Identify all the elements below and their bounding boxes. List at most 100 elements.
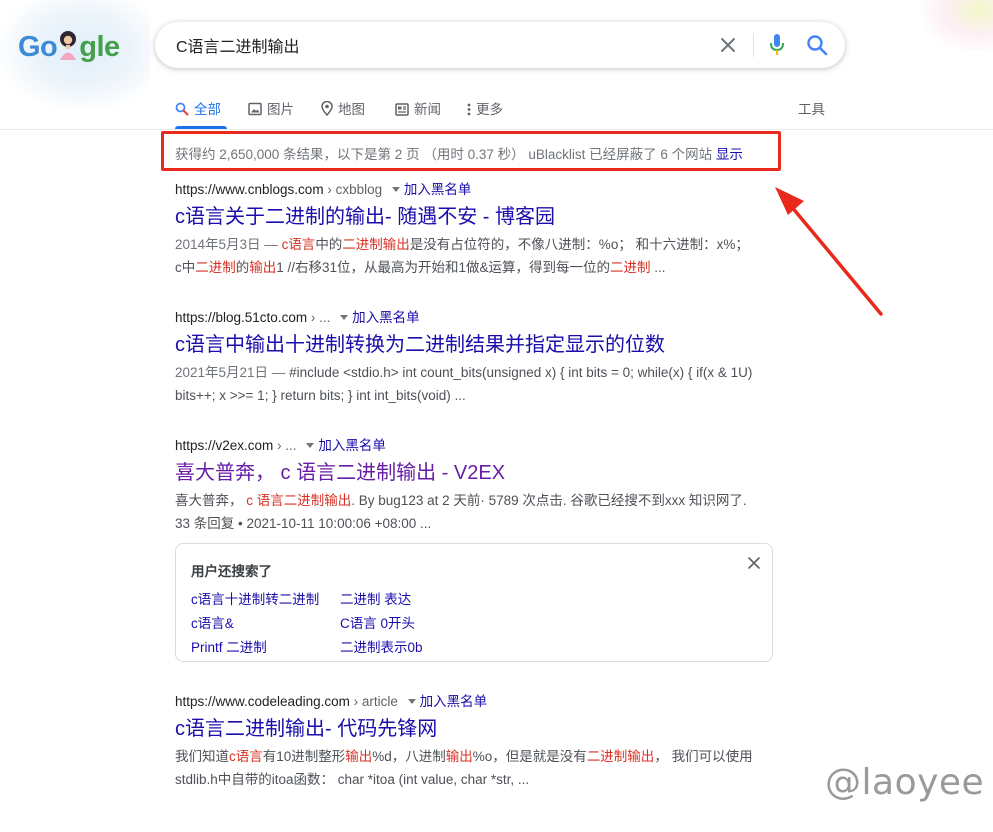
snippet-text: c中: [175, 260, 196, 275]
search-box: [155, 22, 845, 68]
result-domain: https://v2ex.com: [175, 438, 274, 453]
related-search-link[interactable]: 二进制 表达: [340, 588, 411, 608]
result-breadcrumb: › ...: [310, 310, 331, 325]
related-search-link[interactable]: 二进制表示0b: [340, 636, 423, 656]
snippet-highlight: c 语言二进制输出: [246, 493, 352, 508]
result-snippet: 2021年5月21日 — #include <stdio.h> int coun…: [175, 361, 815, 407]
related-searches-panel: 用户还搜索了 c语言十进制转二进制 二进制 表达 c语言& C语言 0开头 Pr…: [175, 543, 773, 662]
snippet-text: #include <stdio.h> int count_bits(unsign…: [289, 365, 753, 380]
search-icon: [175, 102, 189, 116]
watermark: @laoyee: [825, 762, 985, 803]
tab-maps-label: 地图: [338, 102, 365, 117]
news-icon: [395, 103, 409, 116]
snippet-text: 喜大普奔，: [175, 493, 247, 508]
tab-maps[interactable]: 地图: [321, 98, 365, 118]
annotation-highlight-box: [161, 131, 781, 171]
more-vert-icon: [467, 103, 471, 116]
result-url[interactable]: https://v2ex.com › ... 加入黑名单: [175, 436, 815, 456]
tab-more-label: 更多: [476, 102, 503, 117]
tab-images[interactable]: 图片: [248, 98, 294, 118]
search-result: https://www.cnblogs.com › cxbblog 加入黑名单 …: [175, 180, 815, 279]
search-result: https://www.codeleading.com › article 加入…: [175, 692, 815, 791]
result-url[interactable]: https://www.codeleading.com › article 加入…: [175, 692, 815, 712]
snippet-highlight: 二进制输出: [342, 237, 410, 252]
snippet-text: 1 //右移31位，从最高为开始和1做&运算，得到每一位的: [276, 260, 611, 275]
tab-all-label: 全部: [194, 102, 221, 117]
chevron-down-icon[interactable]: [407, 699, 416, 705]
add-to-blacklist-link[interactable]: 加入黑名单: [352, 310, 420, 325]
snippet-text: 的: [235, 260, 250, 275]
result-date: 2014年5月3日 —: [175, 237, 282, 252]
snippet-text: ， 我们可以使用: [654, 749, 753, 764]
snippet-highlight: 输出: [345, 749, 373, 764]
search-box-divider: [753, 33, 754, 57]
corner-decoration: [923, 0, 993, 50]
tab-news[interactable]: 新闻: [395, 98, 441, 118]
search-icon[interactable]: [806, 34, 828, 56]
snippet-text: 有10进制整形: [262, 749, 346, 764]
result-domain: https://blog.51cto.com: [175, 310, 308, 325]
snippet-text: %o，但是就是没有: [472, 749, 587, 764]
snippet-text: 33 条回复 • 2021-10-11 10:00:06 +08:00 ...: [175, 516, 432, 531]
related-search-link[interactable]: Printf 二进制: [191, 636, 267, 656]
result-snippet: 2014年5月3日 — c语言中的二进制输出是没有占位符的，不像八进制：%o； …: [175, 233, 815, 279]
snippet-text: ...: [650, 260, 666, 275]
map-pin-icon: [321, 100, 333, 117]
related-search-link[interactable]: c语言&: [191, 612, 234, 632]
result-breadcrumb: › ...: [277, 438, 297, 453]
related-search-link[interactable]: C语言 0开头: [340, 612, 415, 632]
add-to-blacklist-link[interactable]: 加入黑名单: [318, 438, 386, 453]
close-icon[interactable]: [746, 555, 762, 571]
snippet-text: bits++; x >>= 1; } return bits; } int in…: [175, 388, 466, 403]
result-title-link[interactable]: c语言中输出十进制转换为二进制结果并指定显示的位数: [175, 332, 815, 358]
google-doodle-logo[interactable]: Go gle: [18, 30, 120, 64]
doodle-figure-icon: [60, 31, 77, 60]
snippet-highlight: 二进制: [610, 260, 651, 275]
result-title-link[interactable]: 喜大普奔， c 语言二进制输出 - V2EX: [175, 460, 815, 486]
logo-text-left: Go: [18, 31, 58, 63]
tab-all[interactable]: 全部: [175, 98, 221, 118]
result-breadcrumb: › cxbblog: [327, 182, 383, 197]
tab-more[interactable]: 更多: [467, 98, 503, 118]
snippet-text: 中的: [315, 237, 343, 252]
result-url[interactable]: https://blog.51cto.com › ... 加入黑名单: [175, 308, 815, 328]
snippet-text: . By bug123 at 2 天前· 5789 次点击. 谷歌已经搜不到xx…: [351, 493, 747, 508]
search-input[interactable]: [176, 33, 696, 57]
result-url[interactable]: https://www.cnblogs.com › cxbblog 加入黑名单: [175, 180, 815, 200]
snippet-highlight: 输出: [249, 260, 277, 275]
result-title-link[interactable]: c语言关于二进制的输出- 随遇不安 - 博客园: [175, 204, 815, 230]
result-snippet: 喜大普奔， c 语言二进制输出. By bug123 at 2 天前· 5789…: [175, 489, 815, 535]
snippet-highlight: 输出: [445, 749, 473, 764]
chevron-down-icon[interactable]: [340, 315, 349, 321]
search-result: https://blog.51cto.com › ... 加入黑名单 c语言中输…: [175, 308, 815, 407]
clear-icon[interactable]: [718, 35, 738, 55]
tabs-divider: [0, 129, 993, 130]
snippet-text: 是没有占位符的，不像八进制：%o； 和十六进制：x%；: [409, 237, 749, 252]
logo-text-right: gle: [79, 31, 120, 63]
search-result: https://v2ex.com › ... 加入黑名单 喜大普奔， c 语言二…: [175, 436, 815, 535]
tab-images-label: 图片: [267, 102, 294, 117]
add-to-blacklist-link[interactable]: 加入黑名单: [404, 182, 472, 197]
chevron-down-icon[interactable]: [391, 187, 400, 193]
snippet-highlight: 二进制输出: [586, 749, 655, 764]
snippet-text: stdlib.h中自带的itoa函数： char *itoa (int valu…: [175, 772, 530, 787]
image-icon: [248, 102, 262, 116]
result-title-link[interactable]: c语言二进制输出- 代码先锋网: [175, 716, 815, 742]
snippet-highlight: c语言: [281, 237, 316, 252]
result-snippet: 我们知道c语言有10进制整形输出%d，八进制输出%o，但是就是没有二进制输出， …: [175, 745, 815, 791]
snippet-text: %d，八进制: [372, 749, 446, 764]
microphone-icon[interactable]: [767, 33, 787, 57]
related-searches-title: 用户还搜索了: [191, 564, 272, 579]
result-date: 2021年5月21日 —: [175, 365, 290, 380]
result-domain: https://www.cnblogs.com: [175, 182, 324, 197]
snippet-highlight: c语言: [229, 749, 263, 764]
snippet-highlight: 二进制: [195, 260, 236, 275]
tab-news-label: 新闻: [414, 102, 441, 117]
add-to-blacklist-link[interactable]: 加入黑名单: [420, 694, 488, 709]
snippet-text: 我们知道: [175, 749, 229, 764]
related-search-link[interactable]: c语言十进制转二进制: [191, 588, 319, 608]
tools-button[interactable]: 工具: [798, 98, 825, 118]
result-domain: https://www.codeleading.com: [175, 694, 350, 709]
chevron-down-icon[interactable]: [306, 443, 315, 449]
result-breadcrumb: › article: [353, 694, 398, 709]
